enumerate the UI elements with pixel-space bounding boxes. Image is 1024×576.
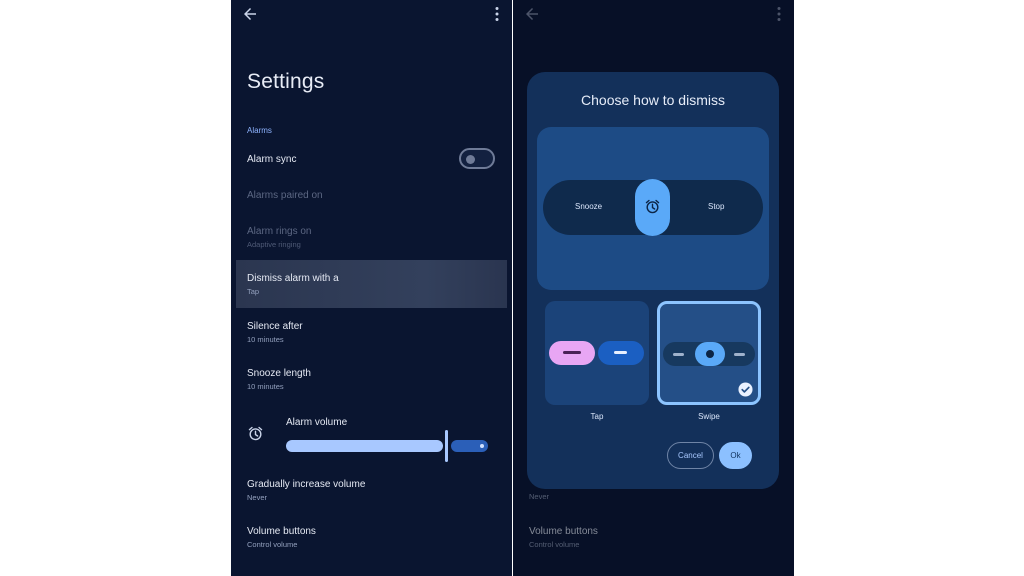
- setting-value: Adaptive ringing: [247, 240, 301, 249]
- setting-title: Volume buttons: [247, 526, 316, 537]
- setting-title: Alarm rings on: [247, 226, 312, 237]
- setting-title: Gradually increase volume: [247, 479, 366, 490]
- back-arrow-icon[interactable]: [241, 5, 259, 23]
- setting-dismiss-alarm[interactable]: Dismiss alarm with a Tap: [247, 272, 496, 297]
- option-swipe[interactable]: [657, 301, 761, 405]
- slider-thumb[interactable]: [445, 430, 448, 462]
- cancel-button[interactable]: Cancel: [667, 442, 714, 469]
- setting-silence-after[interactable]: Silence after 10 minutes: [247, 320, 496, 345]
- setting-value: 10 minutes: [247, 382, 284, 391]
- dialog-title: Choose how to dismiss: [581, 92, 725, 108]
- setting-alarm-rings-on: Alarm rings on Adaptive ringing: [247, 225, 496, 250]
- swipe-track: [663, 342, 755, 366]
- alarm-clock-icon: [248, 426, 263, 441]
- stop-label: Stop: [708, 202, 725, 211]
- option-tap-label: Tap: [590, 412, 604, 421]
- dismiss-dialog-screen: Never Volume buttons Control volume Choo…: [513, 0, 794, 576]
- setting-gradually-increase-volume[interactable]: Gradually increase volume Never: [247, 478, 496, 503]
- ok-button[interactable]: Ok: [719, 442, 752, 469]
- setting-value: 10 minutes: [247, 335, 284, 344]
- alarm-volume-slider[interactable]: [286, 430, 488, 462]
- alarm-sync-toggle[interactable]: [459, 148, 495, 169]
- alarm-volume-label: Alarm volume: [286, 417, 348, 428]
- setting-title: Snooze length: [247, 368, 311, 379]
- swipe-left-dash: [673, 353, 684, 356]
- swipe-thumb: [695, 342, 725, 366]
- section-header-alarms: Alarms: [247, 126, 272, 135]
- tap-stop-pill: [598, 341, 644, 365]
- more-vert-icon[interactable]: [494, 6, 500, 22]
- toggle-knob: [466, 154, 475, 164]
- setting-value: Control volume: [247, 540, 298, 549]
- alarm-clock-icon: [645, 199, 660, 214]
- slider-end-dot: [480, 444, 484, 448]
- preview-thumb: [635, 179, 670, 236]
- slider-active-track: [286, 440, 443, 452]
- setting-value: Tap: [247, 287, 260, 296]
- swipe-right-dash: [734, 353, 745, 356]
- preview-track: Snooze Stop: [543, 179, 763, 236]
- snooze-label: Snooze: [575, 202, 603, 211]
- tap-snooze-pill: [549, 341, 595, 365]
- setting-volume-buttons[interactable]: Volume buttons Control volume: [247, 525, 496, 550]
- option-tap[interactable]: [545, 301, 649, 405]
- dismiss-method-dialog: Choose how to dismiss Snooze Stop Tap Sw…: [527, 72, 779, 489]
- setting-title: Silence after: [247, 321, 303, 332]
- option-swipe-label: Swipe: [698, 412, 720, 421]
- setting-title: Alarms paired on: [247, 190, 323, 201]
- setting-snooze-length[interactable]: Snooze length 10 minutes: [247, 367, 496, 392]
- page-title: Settings: [247, 70, 325, 93]
- setting-alarms-paired-on: Alarms paired on: [247, 189, 496, 202]
- top-app-bar: [231, 0, 512, 28]
- dismiss-preview: Snooze Stop: [537, 127, 769, 290]
- settings-screen: Settings Alarms Alarm sync Alarms paired…: [231, 0, 512, 576]
- slider-inactive-track: [451, 440, 488, 452]
- setting-title: Dismiss alarm with a: [247, 273, 339, 284]
- setting-value: Never: [247, 493, 268, 502]
- check-circle-icon: [738, 382, 753, 397]
